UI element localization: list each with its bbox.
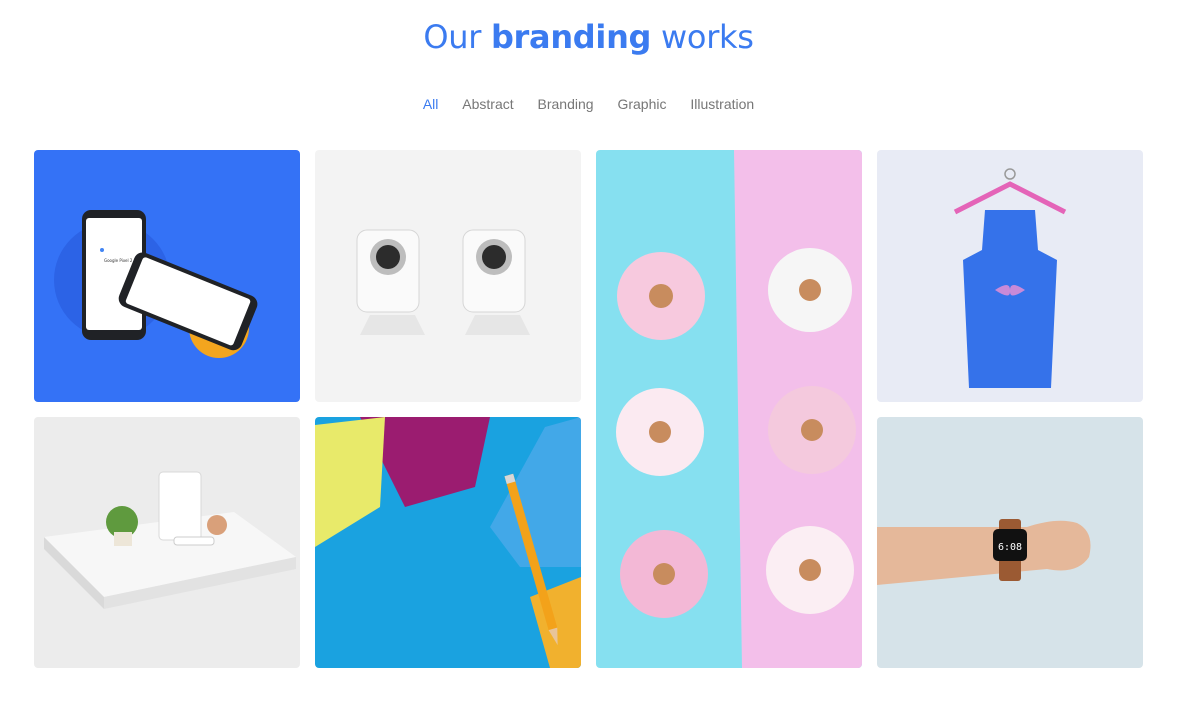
svg-text:6:08: 6:08 (998, 542, 1022, 553)
portfolio-item-speakers[interactable] (315, 150, 581, 402)
smartwatch-image: 6:08 (877, 417, 1143, 668)
heading-emphasis: branding (490, 18, 652, 56)
apron-image (877, 150, 1143, 402)
filter-abstract[interactable]: Abstract (462, 96, 513, 112)
portfolio-item-phone-mockup[interactable]: Google Pixel 2 XL (34, 150, 300, 402)
portfolio-filter-bar: All Abstract Branding Graphic Illustrati… (0, 96, 1177, 112)
portfolio-item-watch[interactable]: 6:08 (877, 417, 1143, 668)
section-heading: Our branding works (0, 18, 1177, 56)
portfolio-item-apron[interactable] (877, 150, 1143, 402)
portfolio-item-paper-pencil[interactable] (315, 417, 581, 668)
filter-graphic[interactable]: Graphic (617, 96, 666, 112)
packaging-mockup-image (34, 417, 300, 668)
portfolio-section: Our branding works All Abstract Branding… (0, 0, 1194, 706)
filter-all[interactable]: All (423, 96, 439, 112)
phone-mockup-image: Google Pixel 2 XL (34, 150, 300, 402)
portfolio-item-donuts[interactable] (596, 150, 862, 668)
donuts-image (596, 150, 862, 668)
portfolio-item-packaging[interactable] (34, 417, 300, 668)
speakers-image (315, 150, 581, 402)
heading-suffix: works (651, 18, 754, 56)
heading-prefix: Our (423, 18, 491, 56)
filter-branding[interactable]: Branding (538, 96, 594, 112)
filter-illustration[interactable]: Illustration (690, 96, 754, 112)
paper-pencil-image (315, 417, 581, 668)
